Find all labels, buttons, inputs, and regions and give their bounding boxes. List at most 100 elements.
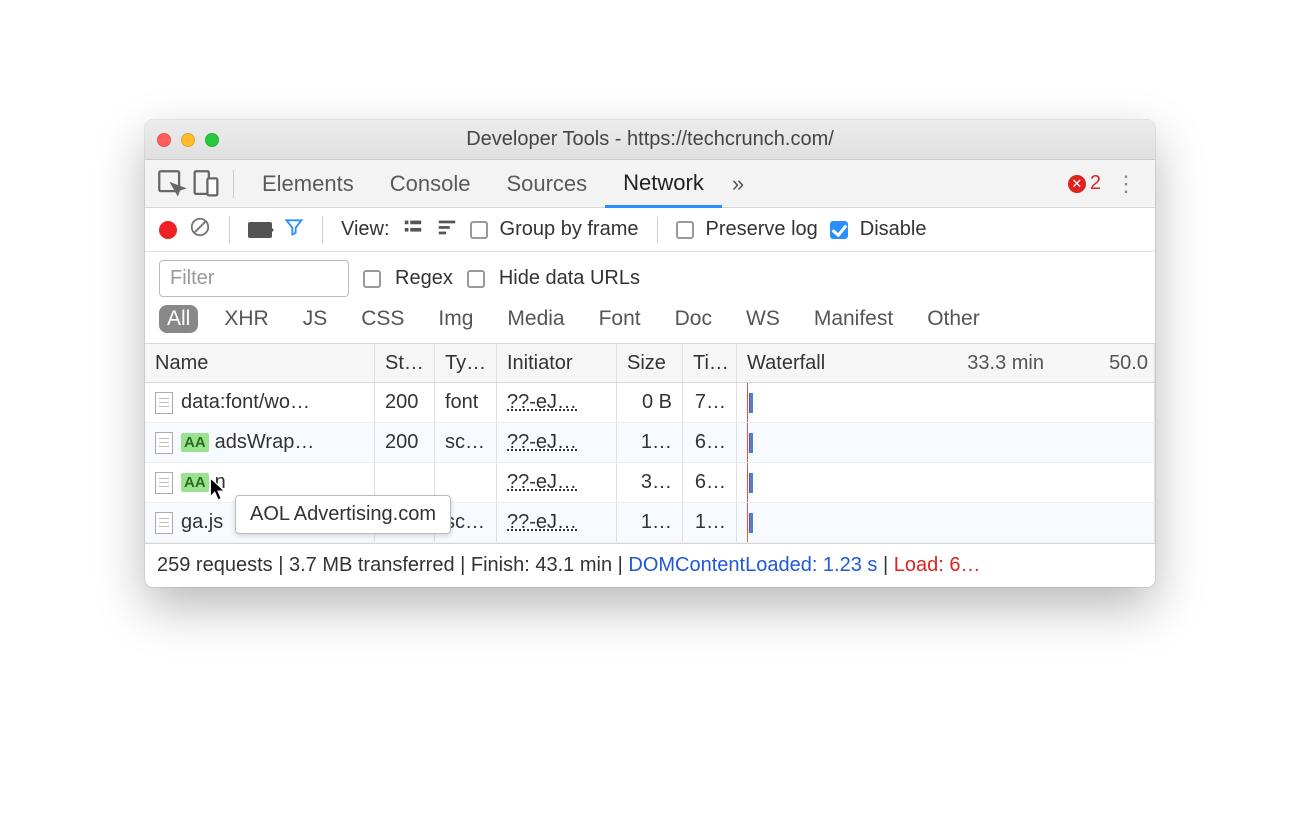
cell-size: 0 B xyxy=(617,383,683,422)
request-name: data:font/wo… xyxy=(181,391,310,414)
cell-initiator[interactable]: ??-eJ… xyxy=(497,423,617,462)
file-icon xyxy=(155,432,173,454)
fullscreen-window-button[interactable] xyxy=(205,133,219,147)
preserve-log-label: Preserve log xyxy=(706,218,818,241)
filter-manifest[interactable]: Manifest xyxy=(806,305,901,333)
hide-data-urls-label: Hide data URLs xyxy=(499,267,640,290)
titlebar: Developer Tools - https://techcrunch.com… xyxy=(145,120,1155,160)
cell-status: 200 xyxy=(375,423,435,462)
preserve-log-checkbox[interactable] xyxy=(676,221,694,239)
filter-js[interactable]: JS xyxy=(295,305,336,333)
col-size[interactable]: Size xyxy=(617,344,683,382)
cell-size: 1… xyxy=(617,503,683,542)
regex-checkbox[interactable] xyxy=(363,270,381,288)
cell-waterfall xyxy=(737,463,1155,502)
filter-toggle-icon[interactable] xyxy=(284,217,304,243)
group-by-frame-label: Group by frame xyxy=(500,218,639,241)
tab-network[interactable]: Network xyxy=(605,161,722,208)
cell-time: 6… xyxy=(683,423,737,462)
panel-tabs: Elements Console Sources Network » ✕ 2 ⋮ xyxy=(145,160,1155,208)
filter-doc[interactable]: Doc xyxy=(667,305,720,333)
cell-initiator[interactable]: ??-eJ… xyxy=(497,463,617,502)
filter-all[interactable]: All xyxy=(159,305,198,333)
window-controls xyxy=(157,133,219,147)
filter-input[interactable] xyxy=(159,260,349,297)
cell-size: 1… xyxy=(617,423,683,462)
col-name[interactable]: Name xyxy=(145,344,375,382)
ad-badge: AA xyxy=(181,473,209,492)
col-waterfall[interactable]: Waterfall 33.3 min 50.0 xyxy=(737,344,1155,382)
disable-cache-checkbox[interactable] xyxy=(830,221,848,239)
col-time[interactable]: Ti… xyxy=(683,344,737,382)
table-header: Name St… Ty… Initiator Size Ti… Waterfal… xyxy=(145,343,1155,383)
filter-font[interactable]: Font xyxy=(591,305,649,333)
col-status[interactable]: St… xyxy=(375,344,435,382)
type-filter-row: All XHR JS CSS Img Media Font Doc WS Man… xyxy=(145,301,1155,343)
error-count: 2 xyxy=(1090,172,1101,195)
status-requests: 259 requests xyxy=(157,554,273,576)
cell-waterfall xyxy=(737,423,1155,462)
status-finish: Finish: 43.1 min xyxy=(471,554,612,576)
request-name: ga.js xyxy=(181,511,223,534)
hover-tooltip: AOL Advertising.com xyxy=(235,495,451,534)
cell-initiator[interactable]: ??-eJ… xyxy=(497,503,617,542)
request-name: adsWrap… xyxy=(215,431,315,454)
screenshot-button[interactable] xyxy=(248,222,272,238)
waterfall-tick-2: 50.0 xyxy=(1109,352,1148,375)
cell-size: 3… xyxy=(617,463,683,502)
file-icon xyxy=(155,392,173,414)
network-toolbar: View: Group by frame Preserve log Disabl… xyxy=(145,208,1155,252)
tab-elements[interactable]: Elements xyxy=(244,160,372,207)
record-button[interactable] xyxy=(159,221,177,239)
cell-type: font xyxy=(435,383,497,422)
tabs-overflow-icon[interactable]: » xyxy=(722,171,754,197)
waterfall-tick-1: 33.3 min xyxy=(967,352,1044,375)
filter-img[interactable]: Img xyxy=(430,305,481,333)
close-window-button[interactable] xyxy=(157,133,171,147)
cell-waterfall xyxy=(737,503,1155,542)
group-by-frame-checkbox[interactable] xyxy=(470,221,488,239)
filter-ws[interactable]: WS xyxy=(738,305,788,333)
cell-time: 7… xyxy=(683,383,737,422)
error-icon: ✕ xyxy=(1068,175,1086,193)
table-row[interactable]: AA adsWrap… 200 sc… ??-eJ… 1… 6… xyxy=(145,423,1155,463)
cell-time: 6… xyxy=(683,463,737,502)
cell-waterfall xyxy=(737,383,1155,422)
ad-badge: AA xyxy=(181,433,209,452)
window-title: Developer Tools - https://techcrunch.com… xyxy=(145,128,1155,151)
cursor-icon xyxy=(209,477,227,508)
col-initiator[interactable]: Initiator xyxy=(497,344,617,382)
cell-status: 200 xyxy=(375,383,435,422)
error-count-badge[interactable]: ✕ 2 xyxy=(1068,172,1101,195)
view-label: View: xyxy=(341,218,390,241)
status-domloaded: DOMContentLoaded: 1.23 s xyxy=(628,554,877,576)
overview-icon[interactable] xyxy=(436,216,458,244)
file-icon xyxy=(155,472,173,494)
status-load: Load: 6… xyxy=(894,554,981,576)
settings-menu-icon[interactable]: ⋮ xyxy=(1107,171,1145,197)
disable-cache-label: Disable xyxy=(860,218,927,241)
cell-initiator[interactable]: ??-eJ… xyxy=(497,383,617,422)
filter-css[interactable]: CSS xyxy=(353,305,412,333)
tab-console[interactable]: Console xyxy=(372,160,489,207)
clear-button[interactable] xyxy=(189,216,211,244)
filter-other[interactable]: Other xyxy=(919,305,988,333)
cell-time: 1… xyxy=(683,503,737,542)
inspect-element-icon[interactable] xyxy=(155,167,189,201)
filter-media[interactable]: Media xyxy=(499,305,572,333)
large-rows-icon[interactable] xyxy=(402,216,424,244)
cell-type: sc… xyxy=(435,423,497,462)
regex-label: Regex xyxy=(395,267,453,290)
device-toolbar-icon[interactable] xyxy=(189,167,223,201)
tab-sources[interactable]: Sources xyxy=(488,160,605,207)
col-type[interactable]: Ty… xyxy=(435,344,497,382)
table-row[interactable]: data:font/wo… 200 font ??-eJ… 0 B 7… xyxy=(145,383,1155,423)
status-transferred: 3.7 MB transferred xyxy=(289,554,455,576)
minimize-window-button[interactable] xyxy=(181,133,195,147)
filter-xhr[interactable]: XHR xyxy=(216,305,276,333)
col-waterfall-label: Waterfall xyxy=(747,352,825,375)
filter-row: Regex Hide data URLs xyxy=(145,252,1155,301)
file-icon xyxy=(155,512,173,534)
hide-data-urls-checkbox[interactable] xyxy=(467,270,485,288)
status-bar: 259 requests | 3.7 MB transferred | Fini… xyxy=(145,543,1155,587)
